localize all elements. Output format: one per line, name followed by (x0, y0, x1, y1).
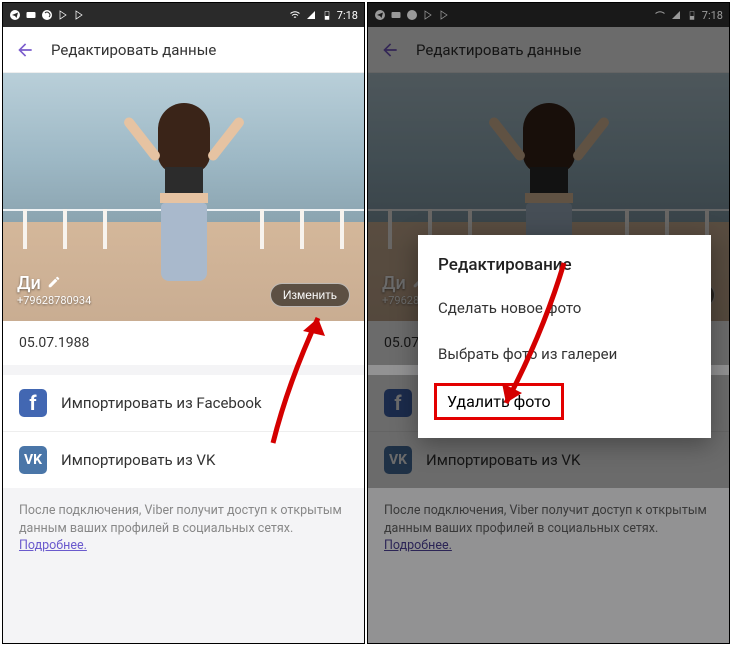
profile-phone: +79628780934 (17, 294, 91, 307)
signal-icon (305, 9, 317, 21)
footer-link[interactable]: Подробнее. (19, 538, 87, 553)
back-icon[interactable] (15, 40, 35, 60)
dialog-take-photo[interactable]: Сделать новое фото (418, 285, 711, 331)
edit-name-icon[interactable] (47, 273, 61, 294)
phone-right: 7:18 Редактировать данные Ди +79628780 (367, 2, 730, 644)
import-facebook-row[interactable]: f Импортировать из Facebook (3, 375, 364, 432)
appbar: Редактировать данные (3, 27, 364, 73)
dialog-title: Редактирование (418, 239, 711, 285)
change-photo-button[interactable]: Изменить (270, 283, 350, 307)
dialog-delete-photo[interactable]: Удалить фото (447, 392, 551, 411)
profile-photo[interactable]: Ди +79628780934 Изменить (3, 73, 364, 321)
wifi-icon (289, 9, 301, 21)
dialog-delete-photo-highlight: Удалить фото (434, 383, 564, 420)
clock-text: 7:18 (337, 9, 358, 22)
edit-photo-dialog: Редактирование Сделать новое фото Выбрат… (418, 235, 711, 438)
profile-name: Ди (17, 273, 41, 294)
card-icon (25, 9, 37, 21)
telegram-icon (9, 9, 21, 21)
import-vk-label: Импортировать из VK (61, 451, 215, 469)
battery-icon (321, 9, 333, 21)
phone-left: 7:18 Редактировать данные Ди (2, 2, 365, 644)
dob-row[interactable]: 05.07.1988 (3, 321, 364, 365)
appbar-title: Редактировать данные (51, 41, 216, 59)
import-vk-row[interactable]: VK Импортировать из VK (3, 432, 364, 488)
play-icon (57, 9, 69, 21)
play-icon (73, 9, 85, 21)
viber-icon (41, 9, 53, 21)
footer-note: После подключения, Viber получит доступ … (3, 488, 364, 569)
dob-value: 05.07.1988 (19, 335, 89, 351)
vk-icon: VK (19, 446, 47, 474)
facebook-icon: f (19, 389, 47, 417)
statusbar: 7:18 (3, 3, 364, 27)
import-facebook-label: Импортировать из Facebook (61, 394, 262, 412)
footer-text: После подключения, Viber получит доступ … (19, 503, 342, 536)
dialog-choose-gallery[interactable]: Выбрать фото из галереи (418, 331, 711, 377)
